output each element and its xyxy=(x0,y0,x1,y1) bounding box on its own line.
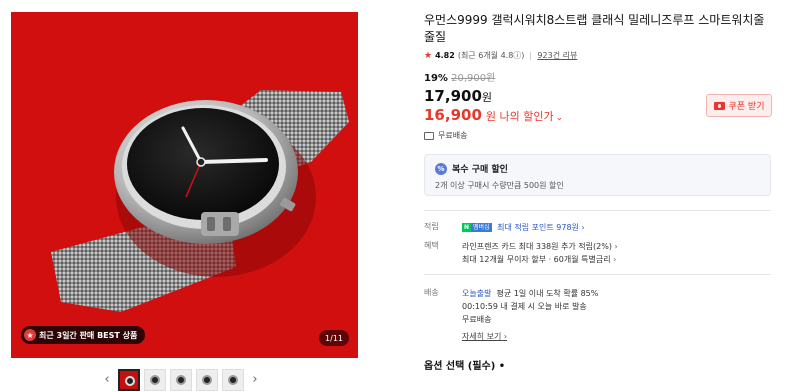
delivery-section: 배송 오늘출발 평균 1일 이내 도착 확률 85% 00:10:59 내 결제… xyxy=(424,287,772,343)
thumbnail-3[interactable] xyxy=(170,369,192,391)
section-divider xyxy=(424,274,771,275)
installment-benefit[interactable]: 최대 12개월 무이자 할부 · 60개월 특별금리 xyxy=(462,255,611,264)
chevron-down-icon: ⌄ xyxy=(555,113,564,123)
thumbnail-5[interactable] xyxy=(222,369,244,391)
shipping-fee: 무료배송 xyxy=(438,131,468,140)
discount-row: 19% 20,900원 xyxy=(424,69,772,84)
benefit-key: 혜택 xyxy=(424,241,439,250)
rating-row: ★ 4.82 (최근 6개월 4.8ⓘ) 923건 리뷰 xyxy=(424,50,772,61)
naver-points-badge: N 멤버십 xyxy=(462,223,492,232)
coupon-button-label: 쿠폰 받기 xyxy=(728,102,765,112)
delivery-key: 배송 xyxy=(424,288,439,297)
card-benefit[interactable]: 라인프렌즈 카드 최대 338원 추가 적립(2%) xyxy=(462,242,612,251)
star-icon: ★ xyxy=(424,50,433,61)
best-seller-badge: ★ 최근 3일간 판매 BEST 상품 xyxy=(21,326,146,344)
my-price-label: 원 나의 할인가 xyxy=(485,110,554,123)
watch-illustration xyxy=(11,12,358,358)
points-key: 적립 xyxy=(424,222,439,231)
max-points-link[interactable]: 최대 적립 포인트 978원 xyxy=(497,223,579,232)
chevron-left-icon[interactable]: ‹ xyxy=(100,370,114,390)
recent-rating: (최근 6개월 4.8ⓘ) xyxy=(457,51,525,60)
shipping-deadline: 00:10:59 내 결제 시 오늘 바로 발송 xyxy=(462,302,587,311)
option-select-label: 옵션 선택 (필수) • xyxy=(424,361,506,372)
sale-price: 17,900 xyxy=(424,87,482,105)
coupon-button[interactable]: 쿠폰 받기 xyxy=(706,94,772,117)
product-title: 우먼스9999 갤럭시워치8스트랩 클래식 밀레니즈루프 스마트워치줄 줄질 xyxy=(424,13,765,44)
discount-percent: 19% xyxy=(424,73,448,84)
delivery-detail-link[interactable]: 자세히 보기 xyxy=(462,332,501,341)
image-page-counter: 1/11 xyxy=(319,330,349,346)
currency-label: 원 xyxy=(481,91,493,104)
rating-score: 4.82 xyxy=(435,51,455,60)
bundle-title: 복수 구매 할인 xyxy=(452,165,508,175)
review-count-link[interactable]: 923건 리뷰 xyxy=(537,50,577,61)
chevron-right-icon[interactable]: › xyxy=(581,223,584,232)
my-price: 16,900 xyxy=(424,106,482,124)
thumbnail-1[interactable] xyxy=(118,369,140,391)
best-badge-text: 최근 3일간 판매 BEST 상품 xyxy=(39,330,138,340)
chevron-right-icon[interactable]: › xyxy=(613,255,616,264)
delivery-fee: 무료배송 xyxy=(462,315,492,324)
chevron-right-icon[interactable]: › xyxy=(504,332,507,341)
product-info-panel: 우먼스9999 갤럭시워치8스트랩 클래식 밀레니즈루프 스마트워치줄 줄질 ★… xyxy=(424,12,772,372)
percent-icon: % xyxy=(435,162,447,175)
original-price: 20,900원 xyxy=(451,73,496,84)
arrival-rate: 평균 1일 이내 도착 확률 85% xyxy=(496,289,599,298)
truck-icon xyxy=(424,131,434,140)
thumbnail-4[interactable] xyxy=(196,369,218,391)
today-shipping-tag: 오늘출발 xyxy=(462,289,492,298)
chevron-right-icon[interactable]: › xyxy=(248,370,262,390)
thumbnail-2[interactable] xyxy=(144,369,166,391)
divider xyxy=(530,51,532,60)
product-main-image[interactable]: ★ 최근 3일간 판매 BEST 상품 1/11 xyxy=(11,12,358,358)
coupon-icon xyxy=(713,101,725,110)
benefit-section: 적립 N 멤버십 최대 적립 포인트 978원 › 혜택 라인프렌즈 카드 최대 … xyxy=(424,221,772,266)
bundle-description: 2개 이상 구매시 수량만큼 500원 할인 xyxy=(435,181,564,190)
chevron-right-icon[interactable]: › xyxy=(615,242,618,251)
thumbnail-strip: ‹ › xyxy=(100,368,270,392)
medal-icon: ★ xyxy=(24,329,36,341)
shipping-row: 무료배송 xyxy=(424,130,772,141)
bundle-discount-box: % 복수 구매 할인 2개 이상 구매시 수량만큼 500원 할인 xyxy=(424,154,771,196)
section-divider xyxy=(424,210,771,211)
